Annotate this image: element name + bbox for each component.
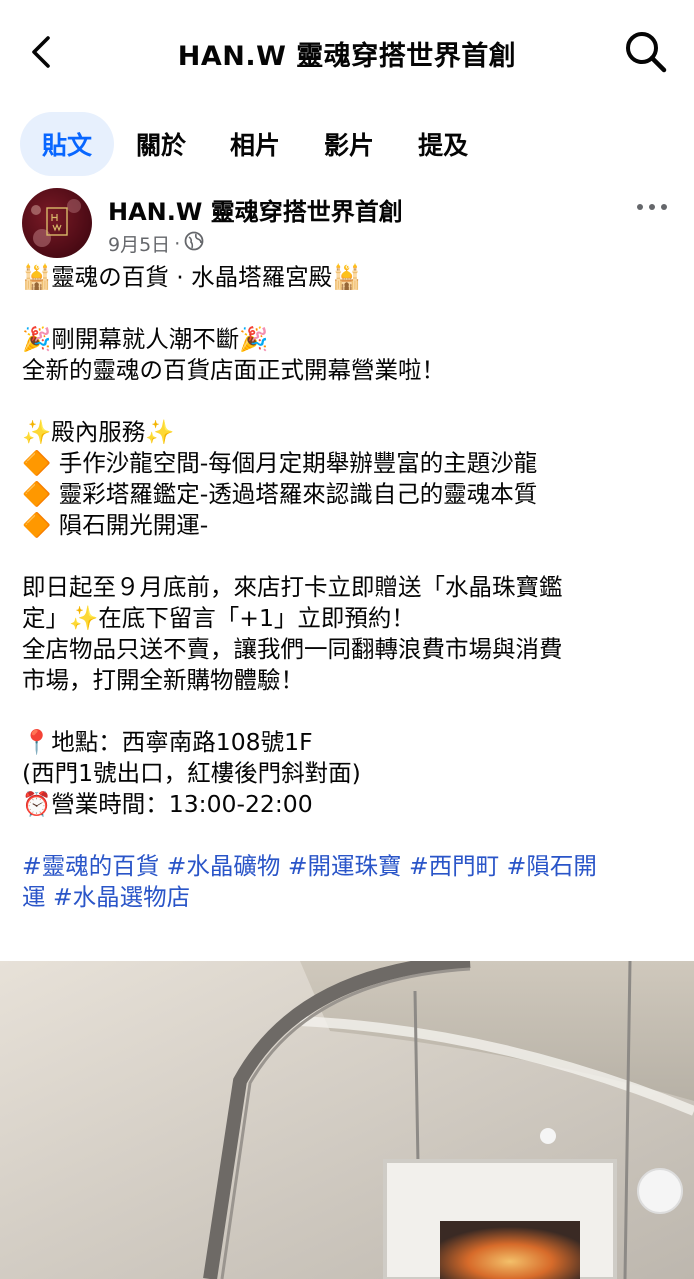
post-author[interactable]: HAN.W 靈魂穿搭世界首創 xyxy=(108,192,403,227)
post-line: 🎉剛開幕就人潮不斷🎉 xyxy=(22,325,269,353)
hashtag-links[interactable]: 運 #水晶選物店 xyxy=(22,882,672,913)
post-date[interactable]: 9月5日 xyxy=(108,230,170,257)
avatar[interactable] xyxy=(22,188,92,258)
tab-videos[interactable]: 影片 xyxy=(302,112,396,176)
more-options-icon[interactable] xyxy=(632,192,672,222)
post-line: 🔶 手作沙龍空間-每個月定期舉辦豐富的主題沙龍 xyxy=(22,449,538,477)
post-line: ✨殿內服務✨ xyxy=(22,418,175,446)
top-bar: HAN.W 靈魂穿搭世界首創 xyxy=(0,0,694,105)
post-meta: 9月5日 · xyxy=(108,230,204,257)
meta-separator: · xyxy=(174,232,181,255)
post-line: 🕌靈魂の百貨 · 水晶塔羅宮殿🕌 xyxy=(22,263,362,291)
post-text: 🕌靈魂の百貨 · 水晶塔羅宮殿🕌 🎉剛開幕就人潮不斷🎉 全新的靈魂の百貨店面正式… xyxy=(22,262,672,913)
post-line: 📍地點：西寧南路108號1F xyxy=(22,728,313,756)
globe-icon xyxy=(184,231,204,256)
post-header: HAN.W 靈魂穿搭世界首創 9月5日 · xyxy=(22,188,672,258)
post-line: 🔶 靈彩塔羅鑑定-透過塔羅來認識自己的靈魂本質 xyxy=(22,480,538,508)
tab-about[interactable]: 關於 xyxy=(114,112,208,176)
post-line: ⏰營業時間：13:00-22:00 xyxy=(22,790,313,818)
hashtag-links[interactable]: #靈魂的百貨 #水晶礦物 #開運珠寶 #西門町 #隕石開 xyxy=(22,851,672,882)
back-icon[interactable] xyxy=(24,30,64,74)
tab-posts[interactable]: 貼文 xyxy=(20,112,115,176)
post-line: 定」✨在底下留言「+1」立即預約！ xyxy=(22,604,415,632)
tab-photos[interactable]: 相片 xyxy=(208,112,302,176)
post-line: 市場，打開全新購物體驗！ xyxy=(22,666,304,694)
page-title: HAN.W 靈魂穿搭世界首創 xyxy=(177,41,517,72)
post-line: (西門1號出口，紅樓後門斜對面) xyxy=(22,759,361,787)
post-line: 全店物品只送不賣，讓我們一同翻轉浪費市場與消費 xyxy=(22,635,563,663)
post-line: 即日起至９月底前，來店打卡立即贈送「水晶珠寶鑑 xyxy=(22,573,563,601)
post-line: 全新的靈魂の百貨店面正式開幕營業啦！ xyxy=(22,356,445,384)
page-tabs: 貼文 關於 相片 影片 提及 xyxy=(20,112,490,176)
post-image[interactable] xyxy=(0,961,694,1279)
search-icon[interactable] xyxy=(622,28,670,76)
tab-mentions[interactable]: 提及 xyxy=(396,112,490,176)
post-line: 🔶 隕石開光開運- xyxy=(22,511,209,539)
